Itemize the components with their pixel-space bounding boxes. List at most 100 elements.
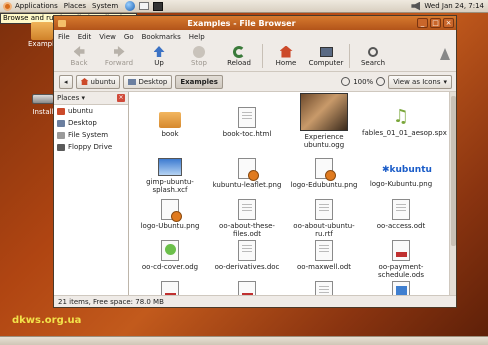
reload-button[interactable]: Reload <box>219 44 259 67</box>
mail-icon[interactable] <box>139 2 150 10</box>
close-button[interactable]: × <box>443 18 454 28</box>
forward-button[interactable]: Forward <box>99 44 139 67</box>
file-name: book <box>161 130 179 138</box>
crumb-ubuntu[interactable]: ubuntu <box>75 74 121 89</box>
side-pane-header: Places ▾ × <box>54 92 128 105</box>
top-panel: Applications Places System Wed Jan 24, 7… <box>0 0 488 13</box>
bottom-panel <box>0 336 488 345</box>
file-item[interactable]: logo-Edubuntu.png <box>285 158 363 189</box>
vertical-scrollbar[interactable] <box>449 92 456 295</box>
window-title: Examples - File Browser <box>187 18 296 28</box>
search-button[interactable]: Search <box>353 44 393 67</box>
stop-button[interactable]: Stop <box>179 44 219 67</box>
back-button[interactable]: Back <box>59 44 99 67</box>
home-icon <box>57 107 65 115</box>
sidebar-item-file-system[interactable]: File System <box>54 129 128 141</box>
side-pane-select[interactable]: Places ▾ <box>57 94 85 102</box>
file-item[interactable]: oo-derivatives.doc <box>208 240 286 271</box>
video-thumbnail-icon <box>300 93 348 131</box>
status-text: 21 items, Free space: 78.0 MB <box>58 297 164 306</box>
file-name: oo-maxwell.odt <box>296 263 352 271</box>
volume-icon[interactable] <box>411 1 421 11</box>
file-item[interactable]: oo-payment-schedule.ods <box>362 240 440 279</box>
menu-file[interactable]: File <box>58 33 70 41</box>
search-icon <box>368 46 378 57</box>
home-button[interactable]: Home <box>266 44 306 67</box>
file-name: logo-Edubuntu.png <box>290 181 358 189</box>
stop-icon <box>193 45 205 58</box>
home-icon <box>279 45 293 58</box>
sidebar-item-ubuntu[interactable]: ubuntu <box>54 105 128 117</box>
file-item-partial[interactable] <box>131 281 209 295</box>
file-item[interactable]: ♫ fables_01_01_aesop.spx <box>362 106 447 138</box>
folder-icon <box>159 112 181 128</box>
file-item[interactable]: oo-cd-cover.odg <box>131 240 209 271</box>
file-item[interactable]: kubuntu-leaflet.png <box>208 158 286 189</box>
computer-button[interactable]: Computer <box>306 44 346 67</box>
folder-icon <box>31 22 53 40</box>
side-pane-close-icon[interactable]: × <box>117 94 125 102</box>
scrollbar-thumb[interactable] <box>451 96 456 246</box>
side-pane-title: Places <box>57 94 80 102</box>
menu-go[interactable]: Go <box>124 33 134 41</box>
file-item[interactable]: ✱kubuntu logo-Kubuntu.png <box>362 162 440 188</box>
back-label: Back <box>70 59 88 67</box>
home-icon <box>80 78 89 85</box>
menu-edit[interactable]: Edit <box>78 33 92 41</box>
path-toggle-button[interactable]: ◂ <box>59 74 73 89</box>
sidebar-item-floppy[interactable]: Floppy Drive <box>54 141 128 153</box>
file-item-partial[interactable] <box>362 281 440 295</box>
zoom-control: 100% View as Icons ▾ <box>341 74 452 89</box>
drive-icon <box>32 94 54 104</box>
drawing-icon <box>161 240 179 261</box>
zoom-out-icon[interactable] <box>341 77 351 86</box>
title-bar[interactable]: Examples - File Browser _ □ × <box>54 16 456 30</box>
file-item[interactable]: oo-access.odt <box>362 199 440 230</box>
ubuntu-logo-icon[interactable] <box>3 1 12 11</box>
terminal-icon[interactable] <box>153 1 164 11</box>
menu-help[interactable]: Help <box>189 33 205 41</box>
menu-places[interactable]: Places <box>61 0 89 13</box>
file-item[interactable]: oo-about-these-files.odt <box>208 199 286 238</box>
desktop-icon-examples[interactable]: Example <box>28 22 58 48</box>
zoom-in-icon[interactable] <box>376 77 386 86</box>
menu-applications[interactable]: Applications <box>12 0 61 13</box>
floppy-icon <box>57 143 65 151</box>
document-icon <box>392 199 410 220</box>
menu-bookmarks[interactable]: Bookmarks <box>142 33 181 41</box>
desktop-icon <box>128 78 137 85</box>
menu-view[interactable]: View <box>99 33 116 41</box>
document-icon <box>315 240 333 261</box>
image-icon <box>158 158 182 176</box>
file-item[interactable]: Experience ubuntu.ogg <box>285 93 363 149</box>
minimize-button[interactable]: _ <box>417 18 428 28</box>
crumb-label: Desktop <box>138 77 168 86</box>
sidebar-item-label: Floppy Drive <box>68 143 113 151</box>
file-item[interactable]: gimp-ubuntu-splash.xcf <box>131 158 209 194</box>
file-item[interactable]: logo-Ubuntu.png <box>131 199 209 230</box>
menu-system[interactable]: System <box>89 0 121 13</box>
up-button[interactable]: Up <box>139 44 179 67</box>
file-item[interactable]: oo-about-ubuntu-ru.rtf <box>285 199 363 238</box>
sidebar-item-desktop[interactable]: Desktop <box>54 117 128 129</box>
music-icon: ♫ <box>392 106 410 127</box>
file-name: book-toc.html <box>222 130 272 138</box>
image-badge-icon <box>315 158 336 181</box>
clock[interactable]: Wed Jan 24, 7:14 <box>424 2 484 10</box>
crumb-desktop[interactable]: Desktop <box>123 74 173 89</box>
sidebar-item-label: File System <box>68 131 109 139</box>
view-mode-select[interactable]: View as Icons ▾ <box>388 74 452 89</box>
file-item[interactable]: book <box>131 112 209 138</box>
view-mode-label: View as Icons <box>393 77 441 86</box>
file-name: oo-about-these-files.odt <box>219 222 275 238</box>
content-area: Places ▾ × ubuntu Desktop File System Fl… <box>54 92 456 295</box>
maximize-button[interactable]: □ <box>430 18 441 28</box>
file-item-partial[interactable] <box>208 281 286 295</box>
crumb-examples[interactable]: Examples <box>175 74 223 89</box>
file-item[interactable]: book-toc.html <box>208 107 286 138</box>
forward-arrow-icon <box>113 46 125 57</box>
file-item[interactable]: oo-maxwell.odt <box>285 240 363 271</box>
file-item-partial[interactable] <box>285 281 363 295</box>
globe-icon[interactable] <box>125 1 136 11</box>
zoom-level[interactable]: 100% <box>353 78 373 86</box>
